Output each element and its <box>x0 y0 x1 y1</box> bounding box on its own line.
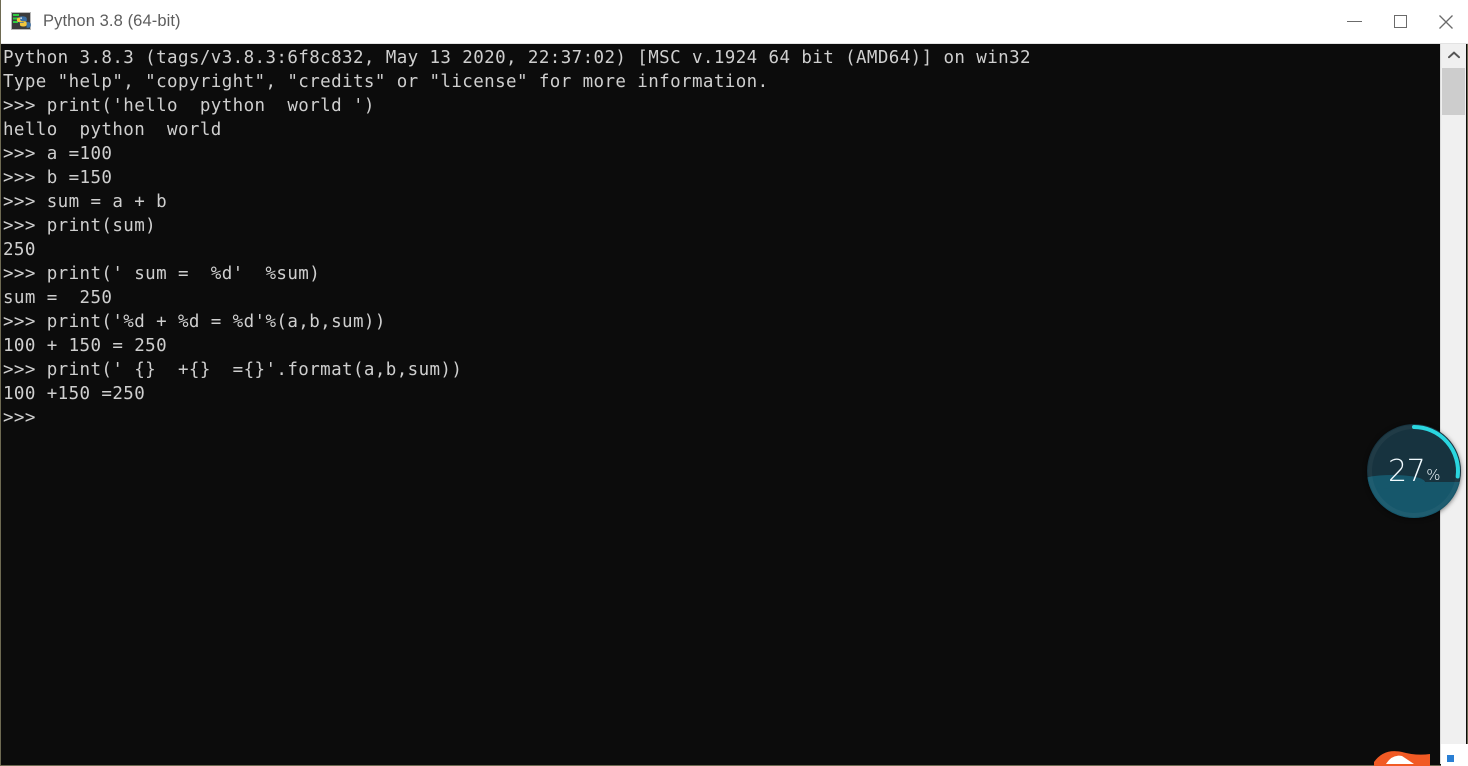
console-output-area[interactable]: Python 3.8.3 (tags/v3.8.3:6f8c832, May 1… <box>2 44 1441 764</box>
chevron-up-icon <box>1447 51 1460 59</box>
python-console-window: Python 3.8 (64-bit) Python 3.8.3 (tags/v… <box>0 0 1468 766</box>
maximize-icon <box>1393 15 1407 28</box>
widget-value-display: 27 % <box>1367 424 1461 518</box>
desktop-background-bottom-right <box>1441 744 1468 766</box>
orange-app-icon[interactable] <box>1372 742 1438 766</box>
system-monitor-widget[interactable]: 27 % <box>1367 424 1461 518</box>
window-controls <box>1331 0 1468 43</box>
maximize-button[interactable] <box>1377 0 1423 43</box>
widget-percent-sign: % <box>1426 466 1440 484</box>
close-button[interactable] <box>1423 0 1468 43</box>
scrollbar-thumb[interactable] <box>1442 68 1465 115</box>
window-title: Python 3.8 (64-bit) <box>43 12 181 30</box>
console-text: Python 3.8.3 (tags/v3.8.3:6f8c832, May 1… <box>3 48 1031 428</box>
tray-indicator-dot <box>1447 755 1454 762</box>
widget-value-number: 27 <box>1388 453 1426 489</box>
minimize-icon <box>1346 20 1362 23</box>
scroll-up-arrow[interactable] <box>1441 44 1466 66</box>
minimize-button[interactable] <box>1331 0 1377 43</box>
close-icon <box>1439 14 1453 29</box>
python-console-icon <box>11 11 33 33</box>
title-bar[interactable]: Python 3.8 (64-bit) <box>1 0 1468 44</box>
vertical-scrollbar[interactable] <box>1440 44 1466 764</box>
